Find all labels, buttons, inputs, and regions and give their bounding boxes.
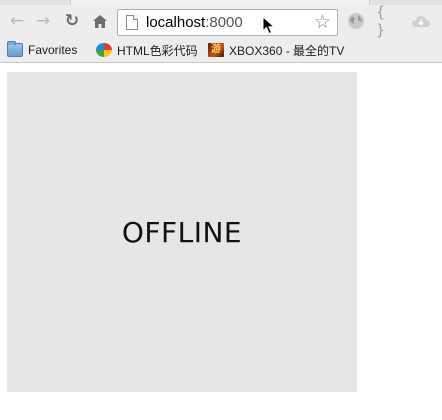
globe-icon[interactable] xyxy=(346,10,366,32)
cloud-icon[interactable] xyxy=(410,10,432,32)
home-icon-glyph xyxy=(93,14,107,28)
bookmark-label: HTML色彩代码 xyxy=(117,43,198,58)
browser-toolbar: ← → ↻ localhost:8000 ☆ { } xyxy=(0,3,442,39)
bookmark-label: Favorites xyxy=(28,43,78,57)
bookmark-html-colors[interactable]: HTML色彩代码 xyxy=(96,41,198,59)
page-viewport: OFFLINE xyxy=(0,64,442,420)
address-bar[interactable]: localhost:8000 ☆ xyxy=(117,9,338,36)
bookmarks-bar: Favorites HTML色彩代码 游 XBOX360 - 最全的TV xyxy=(0,38,442,62)
offline-panel: OFFLINE xyxy=(7,72,357,392)
mouse-cursor-icon xyxy=(262,16,276,35)
back-arrow-icon[interactable]: ← xyxy=(6,10,28,32)
active-tab-edge[interactable] xyxy=(70,0,370,5)
reload-icon[interactable]: ↻ xyxy=(61,10,83,32)
url-port: :8000 xyxy=(205,14,243,31)
game-site-icon: 游 xyxy=(208,43,224,57)
folder-icon xyxy=(7,41,23,57)
json-braces-icon[interactable]: { } xyxy=(376,3,402,39)
bookmark-xbox360[interactable]: 游 XBOX360 - 最全的TV xyxy=(208,41,442,59)
page-icon xyxy=(126,15,138,30)
url-host: localhost xyxy=(146,14,206,31)
bookmark-label: XBOX360 - 最全的TV xyxy=(229,43,345,58)
globe-icon-glyph xyxy=(348,13,364,29)
forward-arrow-icon[interactable]: → xyxy=(32,10,54,32)
home-icon[interactable] xyxy=(89,10,111,32)
browser-chrome: ← → ↻ localhost:8000 ☆ { } Favorites HTM… xyxy=(0,0,442,63)
url-text[interactable]: localhost:8000 xyxy=(146,14,243,31)
cloud-icon-glyph xyxy=(412,16,430,27)
star-icon[interactable]: ☆ xyxy=(314,11,331,33)
offline-status-text: OFFLINE xyxy=(121,215,243,249)
bookmark-favorites[interactable]: Favorites xyxy=(7,41,77,59)
color-wheel-icon xyxy=(96,43,112,57)
